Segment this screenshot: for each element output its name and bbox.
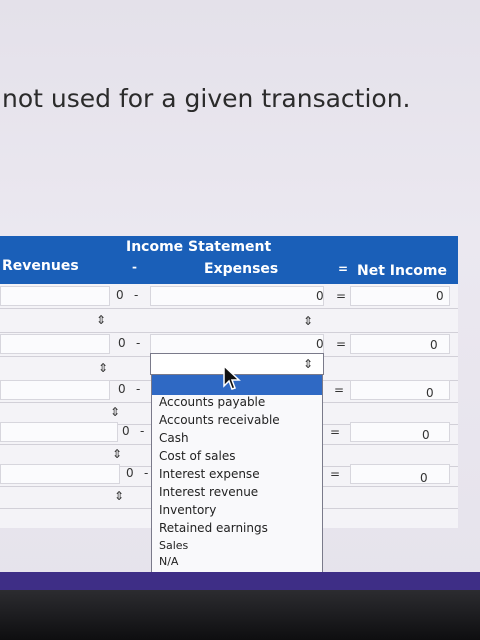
net-income-header: Net Income (357, 263, 447, 279)
up-down-stepper-icon[interactable]: ⇕ (98, 361, 108, 375)
expense-value: 0 (316, 289, 324, 303)
revenue-cell[interactable] (0, 422, 118, 442)
revenue-value: 0 (126, 466, 134, 480)
option-accounts-payable[interactable]: Accounts payable (159, 395, 265, 409)
net-income-value: 0 (426, 386, 434, 400)
revenue-value: 0 (122, 424, 130, 438)
table-header: Income Statement Revenues - Expenses = N… (0, 236, 458, 284)
net-income-cell (350, 464, 450, 484)
minus-sign: - (140, 424, 145, 438)
equals-sign: = (330, 425, 341, 439)
option-interest-revenue[interactable]: Interest revenue (159, 485, 258, 499)
expense-cell[interactable] (150, 334, 324, 354)
revenue-cell[interactable] (0, 380, 110, 400)
net-income-cell (350, 380, 450, 400)
revenue-value: 0 (118, 336, 126, 350)
minus-sign: - (136, 382, 141, 396)
minus-sign: - (134, 288, 139, 302)
up-down-stepper-icon[interactable]: ⇕ (112, 447, 122, 461)
option-accounts-receivable[interactable]: Accounts receivable (159, 413, 280, 427)
option-inventory[interactable]: Inventory (159, 503, 216, 517)
revenue-cell[interactable] (0, 334, 110, 354)
option-cost-of-sales[interactable]: Cost of sales (159, 449, 235, 463)
up-down-stepper-icon[interactable]: ⇕ (96, 313, 106, 327)
net-income-cell (350, 286, 450, 306)
net-income-value: 0 (422, 428, 430, 442)
instruction-text: not used for a given transaction. (2, 84, 411, 113)
minus-sign: - (144, 466, 149, 480)
option-na[interactable]: N/A (159, 555, 178, 568)
equals-header: = (338, 262, 349, 276)
expense-cell[interactable] (150, 286, 324, 306)
expenses-header: Expenses (204, 261, 279, 277)
revenue-cell[interactable] (0, 286, 110, 306)
option-sales[interactable]: Sales (159, 539, 188, 552)
equals-sign: = (336, 337, 347, 351)
minus-sign: - (136, 336, 141, 350)
option-cash[interactable]: Cash (159, 431, 189, 445)
up-down-stepper-icon[interactable]: ⇕ (110, 405, 120, 419)
net-income-value: 0 (436, 289, 444, 303)
revenue-value: 0 (118, 382, 126, 396)
account-options-menu: Accounts payable Accounts receivable Cas… (151, 374, 323, 574)
table-row: ⇕ ⇕ (0, 310, 458, 333)
minus-header: - (132, 260, 137, 274)
equals-sign: = (336, 289, 347, 303)
equals-sign: = (334, 383, 345, 397)
revenue-cell[interactable] (0, 464, 120, 484)
table-row: 0 - 0 = 0 (0, 286, 458, 309)
net-income-cell (350, 422, 450, 442)
revenues-header: Revenues (2, 258, 79, 274)
screen-edge (0, 572, 480, 592)
net-income-value: 0 (420, 471, 428, 485)
up-down-stepper-icon[interactable]: ⇕ (303, 357, 313, 371)
up-down-stepper-icon[interactable]: ⇕ (114, 489, 124, 503)
up-down-stepper-icon[interactable]: ⇕ (303, 314, 313, 328)
revenue-value: 0 (116, 288, 124, 302)
monitor-bezel (0, 590, 480, 640)
option-interest-expense[interactable]: Interest expense (159, 467, 260, 481)
option-retained-earnings[interactable]: Retained earnings (159, 521, 268, 535)
expense-value: 0 (316, 337, 324, 351)
net-income-value: 0 (430, 338, 438, 352)
section-title: Income Statement (126, 239, 272, 255)
mouse-pointer-icon (223, 364, 241, 390)
screen: not used for a given transaction. Income… (0, 0, 480, 590)
equals-sign: = (330, 467, 341, 481)
